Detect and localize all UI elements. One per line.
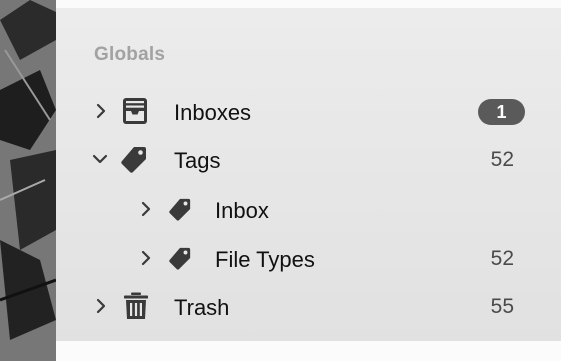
tag-icon — [121, 147, 146, 173]
inbox-tray-icon — [123, 98, 147, 124]
sidebar-item-trash[interactable]: Trash 55 — [56, 282, 561, 330]
sidebar-item-file-types[interactable]: File Types 52 — [56, 234, 561, 282]
sidebar-item-inbox[interactable]: Inbox — [56, 185, 561, 233]
sidebar-item-label: Inbox — [215, 198, 269, 223]
desktop-wallpaper-edge — [0, 0, 56, 361]
sidebar-item-label: Inboxes — [174, 100, 252, 125]
chevron-right-icon[interactable] — [93, 103, 109, 119]
sidebar-item-inboxes[interactable]: Inboxes 1 — [56, 87, 561, 135]
unread-badge: 1 — [478, 99, 525, 125]
sidebar-item-label: Trash — [174, 295, 230, 320]
sidebar-item-tags[interactable]: Tags 52 — [56, 135, 561, 183]
chevron-right-icon[interactable] — [138, 250, 154, 266]
item-count: 55 — [490, 295, 514, 318]
item-count: 52 — [490, 247, 514, 270]
item-count: 52 — [490, 148, 514, 171]
sidebar-item-label: File Types — [215, 247, 315, 272]
chevron-right-icon[interactable] — [138, 201, 154, 217]
chevron-right-icon[interactable] — [93, 298, 109, 314]
trash-icon — [124, 292, 148, 319]
chevron-down-icon[interactable] — [92, 151, 108, 167]
tag-icon — [169, 198, 191, 221]
sidebar-section-header: Globals — [94, 44, 166, 65]
sidebar-item-label: Tags — [174, 148, 221, 173]
tag-icon — [169, 247, 191, 270]
